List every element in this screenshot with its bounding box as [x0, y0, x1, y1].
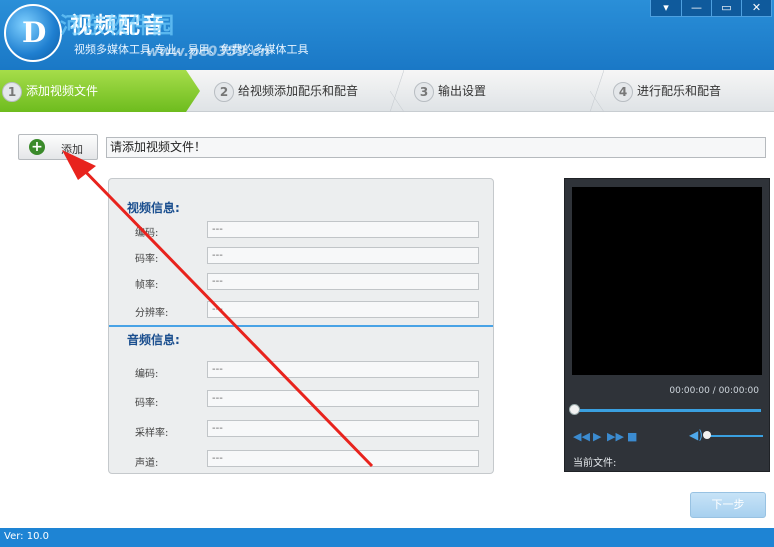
video-framerate-field: ---	[207, 273, 479, 290]
file-path-field[interactable]: 请添加视频文件！	[106, 137, 766, 158]
step-label: 给视频添加配乐和配音	[238, 84, 359, 98]
maximize-icon[interactable]: ▭	[711, 0, 741, 16]
rewind-icon[interactable]: ◀◀	[573, 430, 590, 443]
video-resolution-field: ---	[207, 301, 479, 318]
seek-handle[interactable]	[569, 404, 580, 415]
audio-samplerate-field: ---	[207, 420, 479, 437]
audio-info-title: 音频信息:	[127, 333, 180, 347]
step-add-music[interactable]: 2 给视频添加配乐和配音	[214, 70, 358, 112]
section-divider	[109, 325, 493, 327]
step-process[interactable]: 4 进行配乐和配音	[613, 70, 721, 112]
video-framerate-label: 帧率:	[135, 280, 159, 291]
play-icon[interactable]: ▶	[593, 430, 601, 443]
video-bitrate-label: 码率:	[135, 254, 159, 265]
video-info-title: 视频信息:	[127, 201, 180, 215]
video-bitrate-field: ---	[207, 247, 479, 264]
video-preview-panel: 00:00:00 / 00:00:00 ◀◀ ▶ ▶▶ ■ ◀) 当前文件:	[564, 178, 770, 472]
window-controls: ▾ — ▭ ✕	[650, 0, 772, 17]
logo-mark: D	[22, 16, 47, 49]
plus-icon: +	[29, 139, 45, 155]
step-number: 1	[2, 81, 22, 102]
video-codec-label: 编码:	[135, 228, 159, 239]
version-label: Ver: 10.0	[4, 531, 49, 542]
volume-icon[interactable]: ◀)	[689, 428, 703, 442]
audio-codec-field: ---	[207, 361, 479, 378]
audio-codec-label: 编码:	[135, 369, 159, 380]
app-logo: D	[4, 4, 62, 62]
close-icon[interactable]: ✕	[741, 0, 771, 16]
audio-channels-label: 声道:	[135, 458, 159, 469]
step-output-settings[interactable]: 3 输出设置	[414, 70, 486, 112]
volume-handle[interactable]	[703, 431, 711, 439]
step-add-video[interactable]: 1 添加视频文件	[0, 70, 200, 112]
step-number: 2	[214, 81, 234, 102]
step-label: 添加视频文件	[26, 84, 99, 98]
video-screen	[572, 187, 762, 375]
add-button[interactable]: + 添加	[18, 134, 98, 160]
media-info-panel: 视频信息: 编码: --- 码率: --- 帧率: --- 分辨率: --- 音…	[108, 178, 494, 474]
next-button[interactable]: 下一步	[690, 492, 766, 518]
audio-bitrate-field: ---	[207, 390, 479, 407]
step-separator	[590, 70, 604, 112]
status-bar: Ver: 10.0	[0, 528, 774, 547]
wizard-steps: 1 添加视频文件 2 给视频添加配乐和配音 3 输出设置 4 进行配乐和配音	[0, 70, 774, 112]
title-bar: D 视频配音 河东软件园 视频多媒体工具 专业、易用、免费的多媒体工具 www.…	[0, 0, 774, 70]
seek-bar[interactable]	[573, 409, 761, 412]
minimize-icon[interactable]: —	[681, 0, 711, 16]
step-label: 输出设置	[438, 84, 487, 98]
volume-slider[interactable]	[707, 435, 763, 437]
video-resolution-label: 分辨率:	[135, 308, 169, 319]
step-label: 进行配乐和配音	[637, 84, 722, 98]
step-number: 4	[613, 81, 633, 102]
menu-dropdown-icon[interactable]: ▾	[651, 0, 681, 16]
audio-channels-field: ---	[207, 450, 479, 467]
audio-samplerate-label: 采样率:	[135, 428, 169, 439]
add-button-label: 添加	[61, 143, 83, 156]
current-file-label: 当前文件:	[573, 458, 617, 469]
audio-bitrate-label: 码率:	[135, 398, 159, 409]
stop-icon[interactable]: ■	[627, 430, 637, 443]
step-number: 3	[414, 81, 434, 102]
video-codec-field: ---	[207, 221, 479, 238]
watermark-url: www.pc0359.cn	[146, 44, 271, 60]
fast-forward-icon[interactable]: ▶▶	[607, 430, 624, 443]
watermark-text: 河东软件园	[60, 14, 176, 39]
step-separator	[390, 70, 404, 112]
timecode: 00:00:00 / 00:00:00	[669, 386, 759, 396]
